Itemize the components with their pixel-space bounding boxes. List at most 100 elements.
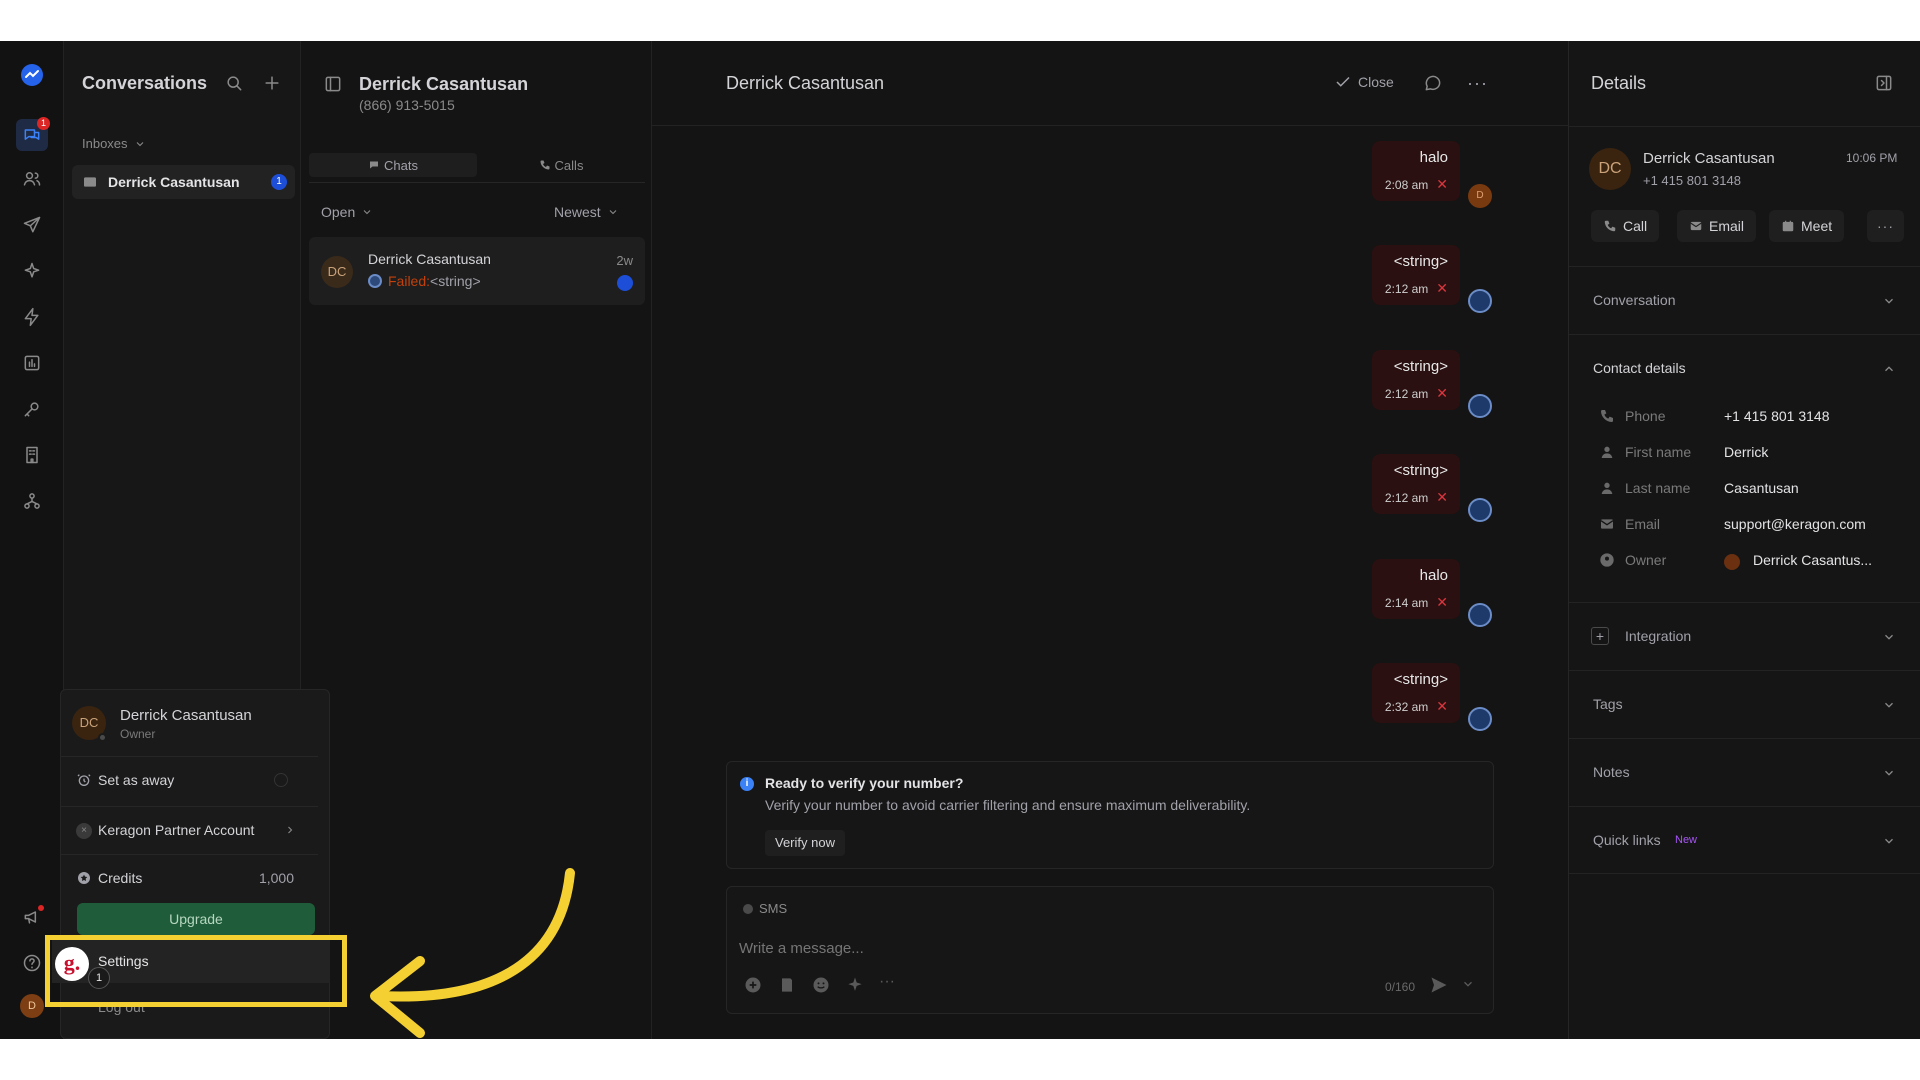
set-away-item[interactable]: Set as away (60, 756, 318, 804)
check-icon (1336, 76, 1350, 87)
channel-selector[interactable]: SMS (743, 901, 787, 916)
alarm-icon (77, 774, 91, 786)
field-value[interactable]: Derrick (1724, 444, 1768, 460)
template-icon[interactable] (777, 975, 797, 995)
message-text: <string> (1393, 253, 1448, 270)
message-text: halo (1419, 149, 1448, 166)
inbox-count-badge: 1 (271, 174, 287, 190)
inboxes-toggle[interactable]: Inboxes (82, 136, 146, 151)
bolt-icon[interactable] (20, 305, 44, 329)
away-toggle[interactable] (274, 773, 288, 787)
building-icon[interactable] (20, 443, 44, 467)
section-title: Integration (1625, 628, 1692, 644)
more-actions-button[interactable]: ··· (1867, 210, 1904, 242)
chat-badge: 1 (37, 117, 50, 130)
contacts-icon[interactable] (20, 167, 44, 191)
section-conversation[interactable]: Conversation (1569, 266, 1920, 334)
meet-button[interactable]: Meet (1769, 210, 1845, 242)
section-notes[interactable]: Notes (1569, 738, 1920, 806)
tab-chats[interactable]: Chats (309, 153, 477, 177)
contact-phone: +1 415 801 3148 (1643, 173, 1741, 188)
message-bubble[interactable]: <string> 2:12 am ✕ (1372, 245, 1460, 305)
tabs: Chats Calls (309, 153, 645, 183)
field-value[interactable]: Casantusan (1724, 480, 1799, 496)
chat-title: Derrick Casantusan (726, 73, 885, 93)
status-filter[interactable]: Open (321, 204, 373, 220)
inboxes-label: Inboxes (82, 136, 128, 151)
logo-icon[interactable] (20, 63, 44, 87)
section-quick-links[interactable]: Quick links New (1569, 806, 1920, 874)
unread-dot (617, 275, 633, 291)
send-icon[interactable] (1429, 975, 1449, 995)
message-bubble[interactable]: <string> 2:12 am ✕ (1372, 350, 1460, 410)
field-label: Email (1625, 516, 1661, 532)
notification-dot (38, 905, 44, 911)
add-circle-icon[interactable] (743, 975, 763, 995)
search-icon[interactable] (224, 73, 244, 93)
tab-calls[interactable]: Calls (477, 153, 645, 177)
timestamp: 2w (616, 253, 633, 268)
chat-icon[interactable]: 1 (16, 117, 50, 151)
section-integration[interactable]: + Integration (1569, 602, 1920, 670)
inbox-icon (84, 177, 96, 187)
arrow-pointer-icon (370, 868, 575, 1038)
sort-label: Newest (554, 204, 601, 220)
sparkle-icon[interactable] (20, 259, 44, 283)
megaphone-icon[interactable] (20, 905, 44, 929)
chevron-down-icon[interactable] (1461, 977, 1475, 991)
chevron-down-icon (1885, 702, 1893, 708)
user-role: Owner (120, 727, 156, 741)
field-value[interactable]: Derrick Casantus... (1753, 552, 1872, 568)
close-button[interactable]: Close (1334, 73, 1394, 91)
local-time: 10:06 PM (1846, 151, 1898, 165)
brand-logo: g. (55, 947, 89, 981)
plus-icon[interactable] (262, 73, 282, 93)
section-title: Contact details (1593, 360, 1686, 376)
emoji-icon[interactable] (811, 975, 831, 995)
verify-title: Ready to verify your number? (765, 775, 964, 791)
help-icon[interactable] (20, 951, 44, 975)
error-x-icon: ✕ (1436, 698, 1448, 714)
section-title: Tags (1593, 696, 1623, 712)
rail-avatar[interactable]: D (20, 994, 44, 1018)
message-time: 2:32 am (1384, 699, 1429, 714)
more-icon[interactable]: ··· (1467, 73, 1488, 94)
sidebar-toggle-icon[interactable] (323, 74, 343, 94)
section-tags[interactable]: Tags (1569, 670, 1920, 738)
chevron-up-icon[interactable] (1882, 362, 1896, 376)
contact-name: Derrick Casantusan (359, 74, 529, 94)
more-icon[interactable]: ··· (879, 973, 895, 991)
channel-label: SMS (759, 901, 788, 916)
call-button[interactable]: Call (1591, 210, 1660, 242)
field-value[interactable]: support@keragon.com (1724, 516, 1866, 532)
bot-avatar-icon (1468, 707, 1492, 731)
user-circle-icon (1600, 553, 1614, 567)
chart-icon[interactable] (20, 351, 44, 375)
comment-icon[interactable] (1423, 73, 1443, 93)
message-bubble[interactable]: <string> 2:32 am ✕ (1372, 663, 1460, 723)
inbox-item[interactable]: Derrick Casantusan 1 (72, 165, 295, 199)
message-bubble[interactable]: halo 2:14 am ✕ (1372, 559, 1460, 619)
message-bubble[interactable]: halo 2:08 am ✕ (1372, 141, 1460, 201)
chevron-down-icon (363, 210, 371, 215)
sort-dropdown[interactable]: Newest (554, 204, 619, 220)
send-icon[interactable] (20, 213, 44, 237)
calendar-icon (1782, 220, 1794, 232)
email-button[interactable]: Email (1677, 210, 1757, 242)
list-item[interactable]: DC Derrick Casantusan Failed: <string> 2… (309, 237, 645, 305)
upgrade-button[interactable]: Upgrade (77, 903, 315, 935)
collapse-panel-icon[interactable] (1874, 73, 1894, 93)
field-value[interactable]: +1 415 801 3148 (1724, 408, 1830, 424)
preview-text: <string> (430, 273, 481, 289)
message-avatar: D (1468, 184, 1492, 208)
partner-account-item[interactable]: × Keragon Partner Account (60, 806, 318, 854)
ai-sparkle-icon[interactable] (845, 975, 865, 995)
message-text: <string> (1393, 671, 1448, 688)
key-icon[interactable] (20, 397, 44, 421)
credits-row: Credits 1,000 (60, 854, 318, 902)
verify-now-button[interactable]: Verify now (765, 830, 845, 856)
message-text: <string> (1393, 462, 1448, 479)
network-icon[interactable] (20, 489, 44, 513)
message-bubble[interactable]: <string> 2:12 am ✕ (1372, 454, 1460, 514)
message-input[interactable] (739, 935, 1439, 961)
